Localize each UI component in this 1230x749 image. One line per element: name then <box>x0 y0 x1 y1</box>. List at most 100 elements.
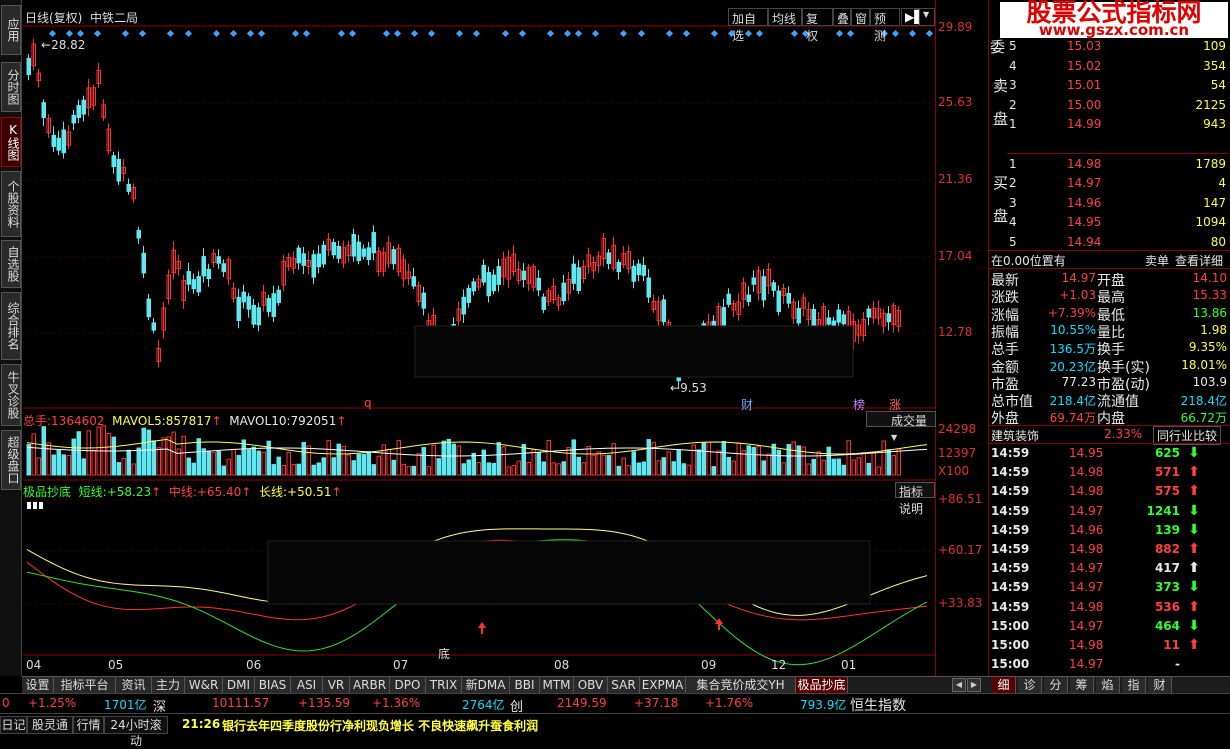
volume-bar <box>676 449 681 476</box>
candle-body <box>391 249 396 265</box>
indicator-tab-18[interactable]: 集合竞价成交YH <box>686 677 796 694</box>
view-detail-link[interactable]: 查看详细 <box>1175 252 1223 269</box>
right-tab-0[interactable]: 细 <box>992 677 1016 694</box>
indicator-tab-15[interactable]: OBV <box>574 677 608 694</box>
right-tab-6[interactable]: 财 <box>1148 677 1172 694</box>
price-axis: 29.89 25.63 21.36 17.04 12.78 24298 12397 X100 +… <box>936 0 988 676</box>
buy-price[interactable]: 14.94 <box>1067 235 1101 249</box>
indicator-tab-12[interactable]: 新DMA <box>462 677 510 694</box>
tick-volume: 625 <box>1154 446 1180 460</box>
right-tab-3[interactable]: 筹 <box>1070 677 1094 694</box>
buy-price[interactable]: 14.95 <box>1067 215 1101 229</box>
scroll-right-icon[interactable]: ▶ <box>967 678 981 692</box>
toolbar-button-1[interactable]: 均线 <box>768 8 802 26</box>
sidebar-tab-3[interactable]: 个股资料 <box>1 171 21 237</box>
indicator-tab-11[interactable]: TRIX <box>426 677 462 694</box>
indicator-tab-0[interactable]: 设置 <box>22 677 54 694</box>
sell-price[interactable]: 15.01 <box>1067 78 1101 92</box>
signal-marker <box>229 29 238 38</box>
buy-price[interactable]: 14.97 <box>1067 176 1101 190</box>
toolbar-button-3[interactable]: 叠 <box>833 8 851 26</box>
indicator-tab-2[interactable]: 资讯 <box>116 677 152 694</box>
candle-body <box>56 137 61 151</box>
signal-marker <box>166 29 175 38</box>
indicator-tab-7[interactable]: ASI <box>291 677 323 694</box>
news-tab-2[interactable]: 行情 <box>73 716 104 734</box>
right-tab-1[interactable]: 诊 <box>1018 677 1042 694</box>
chart-area[interactable]: 日线(复权) 中铁二局 加自选 均线 复权叠窗预测 ▶▌ ▼ 总手:1364602 MA… <box>23 0 936 676</box>
volume-indicator-select[interactable]: 成交量 ▼ <box>866 411 936 442</box>
toolbar-button-2[interactable]: 复权 <box>802 8 833 43</box>
indicator-tab-10[interactable]: DPO <box>390 677 426 694</box>
sell-price[interactable]: 15.03 <box>1067 39 1101 53</box>
volume-bar <box>351 460 356 476</box>
candle-body <box>541 296 546 310</box>
candle-body <box>301 253 306 266</box>
candle-body <box>886 313 891 323</box>
chevron-down-icon[interactable]: ▼ <box>919 8 935 26</box>
volume-bar <box>486 462 491 476</box>
sell-price[interactable]: 15.00 <box>1067 98 1101 112</box>
volume-bar <box>306 445 311 476</box>
annotation-cai-text: 财 <box>741 398 754 412</box>
indicator-tab-14[interactable]: MTM <box>540 677 574 694</box>
indicator-tab-16[interactable]: SAR <box>608 677 640 694</box>
idx-l: +1.76% <box>705 696 754 710</box>
indicator-help-button[interactable]: 指标说明 <box>895 482 935 516</box>
indicator-tab-6[interactable]: BIAS <box>255 677 291 694</box>
news-tab-0[interactable]: 日记 <box>0 716 27 734</box>
kline-chart[interactable] <box>23 0 936 676</box>
buy-label: 买盘 <box>991 175 1009 241</box>
indicator-tab-19[interactable]: 极品抄底 <box>796 677 848 694</box>
sell-order-link[interactable]: 卖单 <box>1145 252 1169 269</box>
sidebar-tab-0[interactable]: 应用 <box>1 5 21 55</box>
signal-marker <box>574 29 583 38</box>
volume-bar <box>691 444 696 476</box>
toolbar-button-5[interactable]: 预测 <box>870 8 900 43</box>
candle-body <box>826 317 831 325</box>
indicator-tab-4[interactable]: W&R <box>185 677 223 694</box>
news-tab-3[interactable]: 24小时滚动 <box>104 716 168 748</box>
idx-k: +37.18 <box>634 696 679 710</box>
indicator-tab-17[interactable]: EXPMA <box>640 677 686 694</box>
volume-bar <box>56 450 61 476</box>
sidebar-tab-1[interactable]: 分时图 <box>1 62 21 112</box>
sidebar-tab-2[interactable]: K线图 <box>1 117 21 167</box>
scroll-left-icon[interactable]: ◀ <box>952 678 966 692</box>
volume-bar <box>826 446 831 476</box>
indicator-tab-3[interactable]: 主力 <box>152 677 185 694</box>
news-headline[interactable]: 银行去年四季度股份行净利现负增长 不良快速飙升蚕食利润 <box>222 717 538 734</box>
candle-body <box>276 289 281 303</box>
expand-icon[interactable]: ▶▌ <box>901 8 923 26</box>
sidebar-tab-5[interactable]: 综合排名 <box>1 292 21 360</box>
volume-bar <box>61 454 66 476</box>
sidebar-tab-4[interactable]: 自选股 <box>1 240 21 288</box>
sidebar-tab-7[interactable]: 超级盘口 <box>1 430 21 490</box>
indicator-tick-2: +33.83 <box>938 596 983 610</box>
right-tab-2[interactable]: 分 <box>1044 677 1068 694</box>
volume-bar <box>731 460 736 476</box>
indicator-tab-13[interactable]: BBI <box>510 677 540 694</box>
sidebar-tab-6[interactable]: 牛叉诊股 <box>1 364 21 426</box>
volume-bar <box>361 453 366 476</box>
volume-bar <box>211 452 216 476</box>
price-tick-4: 12.78 <box>938 325 973 339</box>
candle-body <box>271 293 276 317</box>
indicator-tab-5[interactable]: DMI <box>223 677 255 694</box>
tick-price: 14.98 <box>1069 484 1104 499</box>
buy-price[interactable]: 14.96 <box>1067 196 1101 210</box>
toolbar-button-0[interactable]: 加自选 <box>728 8 768 43</box>
volume-bar <box>566 447 571 476</box>
mavol5-label: MAVOL5: <box>112 414 166 428</box>
right-tab-4[interactable]: 焰 <box>1096 677 1120 694</box>
right-tab-5[interactable]: 指 <box>1122 677 1146 694</box>
news-tab-1[interactable]: 股灵通 <box>27 716 73 734</box>
indicator-tab-8[interactable]: VR <box>323 677 350 694</box>
buy-price[interactable]: 14.98 <box>1067 157 1101 171</box>
indicator-tab-9[interactable]: ARBR <box>350 677 390 694</box>
candle-body <box>51 134 56 147</box>
sell-price[interactable]: 14.99 <box>1067 117 1101 131</box>
sell-price[interactable]: 15.02 <box>1067 59 1101 73</box>
toolbar-button-4[interactable]: 窗 <box>851 8 870 26</box>
indicator-tab-1[interactable]: 指标平台 <box>54 677 116 694</box>
